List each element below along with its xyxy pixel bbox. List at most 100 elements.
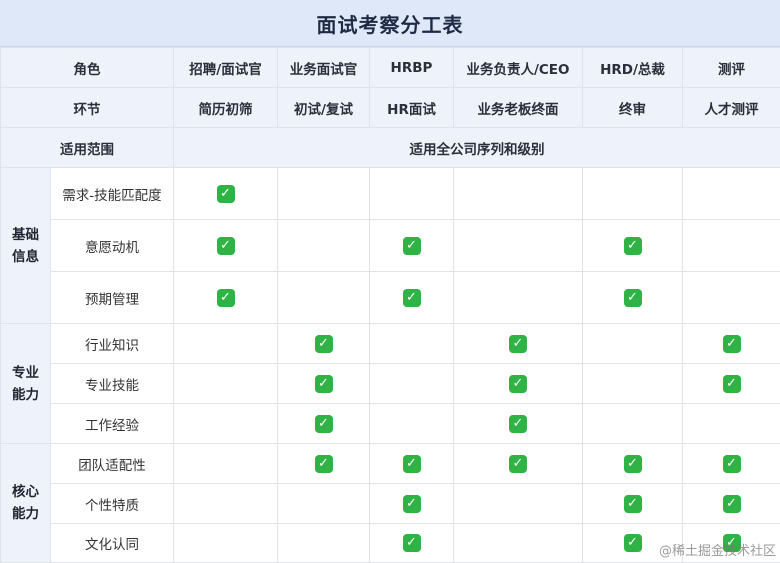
green-check-mark-icon: ✓: [402, 454, 421, 473]
table-row: 意愿动机 ✓ ✓ ✓: [1, 219, 780, 272]
check-cell: ✓: [173, 219, 278, 272]
header-cell: 人才测评: [682, 87, 780, 128]
table-title: 面试考察分工表: [0, 0, 780, 47]
header-row-label: 角色: [0, 47, 174, 88]
table-row: 个性特质 ✓ ✓ ✓: [1, 483, 780, 524]
green-check-mark-icon: ✓: [216, 236, 235, 255]
check-cell: ✓: [369, 271, 454, 324]
check-cell: [682, 403, 780, 444]
scope-value: 适用全公司序列和级别: [173, 127, 780, 168]
green-check-mark-icon: ✓: [314, 374, 333, 393]
check-cell: ✓: [453, 323, 583, 364]
criteria-label: 工作经验: [50, 403, 174, 444]
check-cell: [453, 219, 583, 272]
check-cell: [453, 271, 583, 324]
green-check-mark-icon: ✓: [722, 334, 741, 353]
header-cell: 业务老板终面: [453, 87, 583, 128]
header-cell: 初试/复试: [277, 87, 370, 128]
header-cell: 测评: [682, 47, 780, 88]
green-check-mark-icon: ✓: [314, 334, 333, 353]
green-check-mark-icon: ✓: [314, 454, 333, 473]
criteria-label: 文化认同: [50, 523, 174, 563]
check-cell: ✓: [582, 219, 683, 272]
green-check-mark-icon: ✓: [623, 288, 642, 307]
check-cell: ✓: [682, 443, 780, 484]
green-check-mark-icon: ✓: [722, 454, 741, 473]
criteria-label: 预期管理: [50, 271, 174, 324]
check-cell: [277, 271, 370, 324]
table-row: 专业技能 ✓ ✓ ✓: [1, 363, 780, 404]
check-cell: [682, 271, 780, 324]
check-cell: [173, 403, 278, 444]
criteria-label: 专业技能: [50, 363, 174, 404]
check-cell: [173, 523, 278, 563]
group-label: 专业 能力: [0, 323, 51, 444]
table-row: 基础 信息 需求-技能匹配度 ✓: [0, 167, 780, 324]
table-row: 核心 能力 团队适配性 ✓ ✓ ✓ ✓ ✓: [0, 443, 780, 563]
check-cell: ✓: [582, 271, 683, 324]
table-row: 工作经验 ✓ ✓: [1, 403, 780, 444]
check-cell: ✓: [277, 403, 370, 444]
check-cell: ✓: [682, 323, 780, 364]
green-check-mark-icon: ✓: [216, 184, 235, 203]
criteria-label: 需求-技能匹配度: [50, 167, 174, 220]
green-check-mark-icon: ✓: [509, 454, 527, 473]
header-cell: 终审: [582, 87, 683, 128]
criteria-label: 团队适配性: [50, 443, 174, 484]
check-cell: ✓: [582, 483, 683, 524]
check-cell: [582, 363, 683, 404]
group-label-line: 能力: [12, 506, 39, 522]
green-check-mark-icon: ✓: [402, 236, 421, 255]
green-check-mark-icon: ✓: [402, 494, 421, 513]
check-cell: ✓: [453, 403, 583, 444]
check-cell: [582, 403, 683, 444]
green-check-mark-icon: ✓: [509, 374, 527, 393]
header-row-label: 环节: [0, 87, 174, 128]
check-cell: [582, 167, 683, 220]
group-label-line: 能力: [12, 386, 39, 403]
header-cell: 业务面试官: [277, 47, 370, 88]
check-cell: [173, 483, 278, 524]
check-cell: ✓: [277, 323, 370, 364]
green-check-mark-icon: ✓: [623, 454, 642, 473]
header-cell: HRBP: [369, 47, 454, 88]
scope-row: 适用范围 适用全公司序列和级别: [0, 127, 780, 168]
check-cell: [277, 167, 370, 220]
green-check-mark-icon: ✓: [402, 288, 421, 307]
watermark: @稀土掘金技术社区: [658, 544, 776, 559]
criteria-label: 行业知识: [50, 323, 174, 364]
check-cell: ✓: [173, 167, 278, 220]
check-cell: [682, 219, 780, 272]
green-check-mark-icon: ✓: [509, 414, 527, 433]
group-label-line: 基础: [12, 226, 39, 243]
check-cell: [453, 483, 583, 524]
check-cell: ✓: [682, 483, 780, 524]
check-cell: [277, 523, 370, 563]
header-cell: 简历初筛: [173, 87, 278, 128]
interview-assignment-table: 角色 招聘/面试官 业务面试官 HRBP 业务负责人/CEO HRD/总裁 测评 环节 简历初筛…: [0, 47, 780, 563]
check-cell: ✓: [277, 443, 370, 484]
criteria-label: 个性特质: [50, 483, 174, 524]
header-cell: HR面试: [369, 87, 454, 128]
check-cell: [277, 483, 370, 524]
green-check-mark-icon: ✓: [402, 534, 421, 552]
table-row: 预期管理 ✓ ✓ ✓: [1, 271, 780, 324]
green-check-mark-icon: ✓: [722, 494, 741, 513]
green-check-mark-icon: ✓: [314, 414, 333, 433]
check-cell: ✓: [369, 483, 454, 524]
header-row: 环节 简历初筛 初试/复试 HR面试 业务老板终面 终审 人才测评: [0, 87, 780, 128]
header-cell: 招聘/面试官: [173, 47, 278, 88]
check-cell: [277, 219, 370, 272]
green-check-mark-icon: ✓: [623, 236, 642, 255]
group-label-line: 信息: [12, 248, 39, 265]
check-cell: [173, 363, 278, 404]
green-check-mark-icon: ✓: [509, 334, 527, 353]
header-cell: HRD/总裁: [582, 47, 683, 88]
check-cell: ✓: [582, 443, 683, 484]
check-cell: ✓: [369, 443, 454, 484]
check-cell: ✓: [453, 443, 583, 484]
green-check-mark-icon: ✓: [722, 374, 741, 393]
check-cell: ✓: [369, 219, 454, 272]
check-cell: [369, 167, 454, 220]
group-label: 基础 信息: [0, 167, 51, 324]
